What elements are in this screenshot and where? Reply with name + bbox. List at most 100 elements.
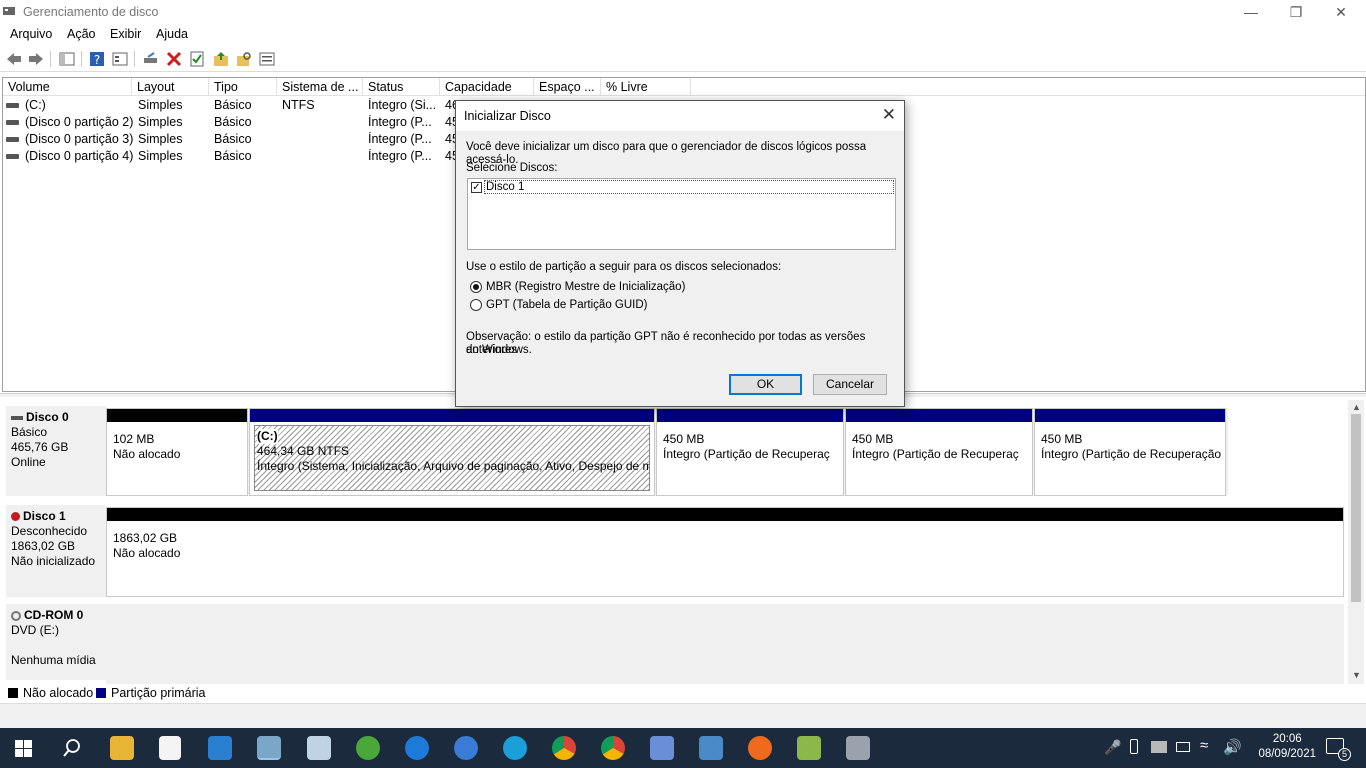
download-icon[interactable] <box>405 736 429 760</box>
forward-arrow-icon[interactable] <box>27 50 45 68</box>
show-hide-console-icon[interactable] <box>58 50 76 68</box>
radio-selected-dot <box>473 284 479 290</box>
disk-0-label[interactable]: Disco 0 Básico 465,76 GB Online <box>6 406 106 496</box>
check-properties-icon[interactable] <box>188 50 206 68</box>
edge-icon[interactable] <box>503 736 527 760</box>
disk-1-partitions: 1863,02 GB Não alocado <box>106 507 1344 597</box>
gpt-radio[interactable] <box>470 299 482 311</box>
store-icon[interactable] <box>159 736 181 760</box>
col-livre[interactable]: % Livre <box>601 78 691 96</box>
disk-map-scrollbar[interactable]: ▲ ▼ <box>1348 400 1364 684</box>
partition-recovery[interactable]: 450 MB Íntegro (Partição de Recuperaç <box>656 408 844 496</box>
chrome-profile-icon[interactable] <box>601 736 625 760</box>
mbr-radio[interactable] <box>470 281 482 293</box>
windows-start-icon[interactable] <box>15 740 32 757</box>
partition-c[interactable]: (C:) 464,34 GB NTFS Íntegro (Sistema, In… <box>249 408 655 496</box>
disk-state: Nenhuma mídia <box>11 653 96 667</box>
primary-bar <box>250 409 654 422</box>
qbittorrent-icon[interactable] <box>454 736 478 760</box>
partition-recovery[interactable]: 450 MB Íntegro (Partição de Recuperaç <box>845 408 1033 496</box>
legend: Não alocado Partição primária <box>0 684 1366 702</box>
disk-1-checkbox[interactable]: ✓ <box>471 182 482 193</box>
cell-tipo: Básico <box>214 98 252 112</box>
scroll-up-icon[interactable]: ▲ <box>1352 402 1361 412</box>
folder-up-icon[interactable] <box>212 50 230 68</box>
partition-style-label: Use o estilo de partição a seguir para o… <box>466 261 782 273</box>
scroll-down-icon[interactable]: ▼ <box>1352 670 1361 680</box>
col-status[interactable]: Status <box>363 78 440 96</box>
partition-unallocated[interactable]: 102 MB Não alocado <box>106 408 248 496</box>
delete-icon[interactable] <box>165 50 183 68</box>
partition-status: Íntegro (Sistema, Inicialização, Arquivo… <box>257 459 650 473</box>
search-folder-icon[interactable] <box>235 50 253 68</box>
col-espaco[interactable]: Espaço ... <box>534 78 601 96</box>
file-explorer-icon[interactable] <box>110 736 134 760</box>
col-capacidade[interactable]: Capacidade <box>440 78 534 96</box>
display-icon[interactable] <box>1151 741 1167 753</box>
partition-size: 102 MB <box>113 432 155 446</box>
app-globe-icon[interactable] <box>356 736 380 760</box>
search-icon[interactable] <box>62 738 82 758</box>
legend-primary-label: Partição primária <box>111 686 206 700</box>
list-view-icon[interactable] <box>258 50 276 68</box>
disk-1-label[interactable]: Disco 1 Desconhecido 1863,02 GB Não inic… <box>6 505 106 597</box>
disk-map[interactable]: Disco 0 Básico 465,76 GB Online 102 MB Nã… <box>2 400 1347 684</box>
toolbar-separator <box>81 51 82 67</box>
ok-button[interactable]: OK <box>729 374 802 395</box>
app-window-icon[interactable] <box>208 736 232 760</box>
mbr-option-label[interactable]: MBR (Registro Mestre de Inicialização) <box>486 281 685 294</box>
firefox-icon[interactable] <box>748 736 772 760</box>
dialog-close-button[interactable]: ✕ <box>882 105 896 125</box>
installer-icon[interactable] <box>846 736 870 760</box>
disk-management-app-icon <box>3 7 15 15</box>
disk-select-list[interactable]: ✓ Disco 1 <box>467 178 896 250</box>
network-app-icon[interactable] <box>650 736 674 760</box>
col-layout[interactable]: Layout <box>132 78 209 96</box>
restore-button[interactable]: ❐ <box>1273 0 1319 24</box>
menu-acao[interactable]: Ação <box>67 27 96 41</box>
wifi-icon[interactable]: ≈ <box>1200 737 1208 754</box>
cell-volume: (Disco 0 partição 3) <box>25 132 134 146</box>
gpt-option-label[interactable]: GPT (Tabela de Partição GUID) <box>486 299 648 312</box>
disk-management-task-icon[interactable] <box>257 736 281 760</box>
connect-disk-icon[interactable] <box>142 50 160 68</box>
close-icon: ✕ <box>881 105 896 124</box>
partition-unallocated[interactable]: 1863,02 GB Não alocado <box>106 507 1344 597</box>
app-card-icon[interactable] <box>699 736 723 760</box>
legend-primary-swatch <box>96 688 106 698</box>
paint-icon[interactable] <box>307 736 331 760</box>
menu-arquivo[interactable]: Arquivo <box>10 27 52 41</box>
battery-icon[interactable] <box>1176 742 1190 752</box>
volume-icon <box>6 137 19 142</box>
scrollbar-thumb[interactable] <box>1351 414 1361 602</box>
usb-icon[interactable] <box>1130 739 1138 754</box>
close-window-button[interactable]: ✕ <box>1318 0 1364 24</box>
volume-icon[interactable]: 🔊 <box>1223 738 1242 756</box>
col-volume[interactable]: Volume <box>3 78 132 96</box>
cell-volume: (Disco 0 partição 4) <box>25 149 134 163</box>
properties-view-icon[interactable] <box>111 50 129 68</box>
chrome-icon[interactable] <box>552 736 576 760</box>
col-tipo[interactable]: Tipo <box>209 78 277 96</box>
partition-recovery[interactable]: 450 MB Íntegro (Partição de Recuperação) <box>1034 408 1226 496</box>
cell-fs: NTFS <box>282 98 315 112</box>
col-sistema[interactable]: Sistema de ... <box>277 78 363 96</box>
partition-status: Íntegro (Partição de Recuperação) <box>1041 447 1221 461</box>
disk-name: CD-ROM 0 <box>24 608 84 622</box>
cell-tipo: Básico <box>214 115 252 129</box>
back-arrow-icon[interactable] <box>5 50 23 68</box>
toolbar-separator <box>50 51 51 67</box>
cdrom-label[interactable]: CD-ROM 0 DVD (E:) Nenhuma mídia <box>6 604 106 680</box>
disk-0-partitions: 102 MB Não alocado (C:) 464,34 GB NTFS Ín… <box>106 408 1228 496</box>
minimize-button[interactable]: — <box>1228 0 1274 24</box>
disk-icon <box>11 415 23 420</box>
help-icon[interactable]: ? <box>88 50 106 68</box>
cell-tipo: Básico <box>214 149 252 163</box>
menu-ajuda[interactable]: Ajuda <box>156 27 188 41</box>
disk-1-list-item[interactable]: Disco 1 <box>484 180 894 194</box>
app-tools-icon[interactable] <box>797 736 821 760</box>
microphone-icon[interactable]: 🎤 <box>1104 739 1121 756</box>
menu-exibir[interactable]: Exibir <box>110 27 141 41</box>
clock[interactable]: 20:06 08/09/2021 <box>1258 732 1316 762</box>
cancel-button[interactable]: Cancelar <box>813 374 887 395</box>
